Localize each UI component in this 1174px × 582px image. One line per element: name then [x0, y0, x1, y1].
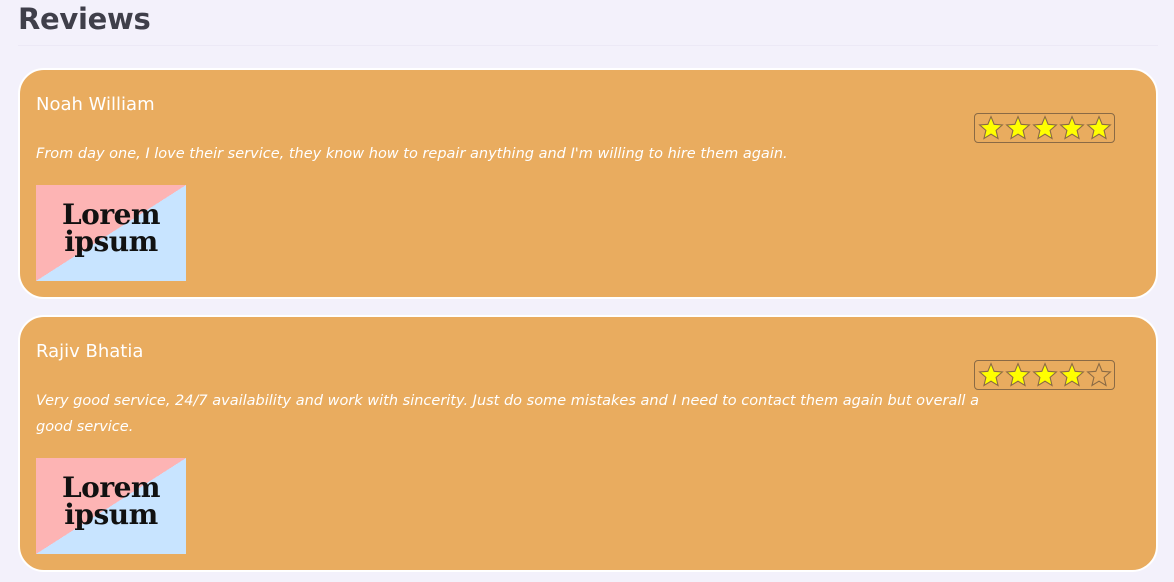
star-rating[interactable]	[974, 360, 1115, 390]
star-filled-icon[interactable]	[1059, 115, 1085, 141]
reviewer-name: Rajiv Bhatia	[36, 341, 144, 362]
star-filled-icon[interactable]	[1005, 362, 1031, 388]
star-filled-icon[interactable]	[1032, 362, 1058, 388]
review-image-caption: Lorem ipsum	[61, 198, 161, 258]
star-filled-icon[interactable]	[978, 362, 1004, 388]
review-image[interactable]: Lorem ipsum	[36, 185, 186, 281]
star-filled-icon[interactable]	[1059, 362, 1085, 388]
review-text: From day one, I love their service, they…	[36, 146, 788, 162]
review-image-caption: Lorem ipsum	[61, 471, 161, 531]
page-title: Reviews	[18, 2, 151, 36]
review-image[interactable]: Lorem ipsum	[36, 458, 186, 554]
star-filled-icon[interactable]	[1086, 115, 1112, 141]
reviewer-name: Noah William	[36, 94, 155, 115]
page-header: Reviews	[18, 0, 1158, 46]
review-card: Noah William From day one, I love their …	[18, 68, 1158, 299]
star-rating[interactable]	[974, 113, 1115, 143]
review-card: Rajiv Bhatia Very good service, 24/7 ava…	[18, 315, 1158, 572]
star-filled-icon[interactable]	[1005, 115, 1031, 141]
star-filled-icon[interactable]	[1032, 115, 1058, 141]
review-text: Very good service, 24/7 availability and…	[36, 393, 979, 435]
star-filled-icon[interactable]	[978, 115, 1004, 141]
star-empty-icon[interactable]	[1086, 362, 1112, 388]
